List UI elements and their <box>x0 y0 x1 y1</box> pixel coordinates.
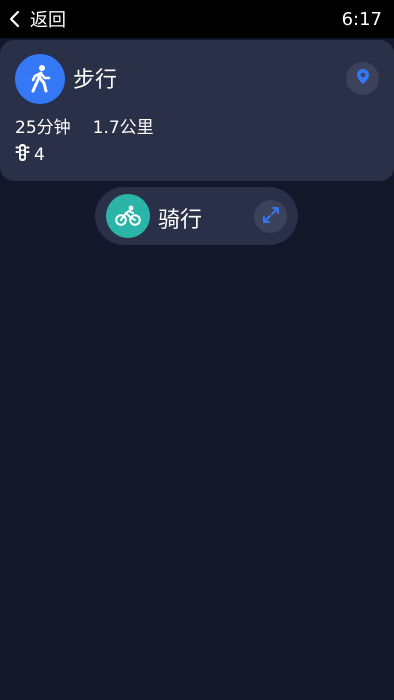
bicycle-icon <box>106 194 150 238</box>
traffic-light-count: 4 <box>15 143 45 167</box>
location-pin-icon <box>356 68 370 89</box>
walking-route-card[interactable]: 步行 25分钟 1.7公里 4 <box>0 40 394 181</box>
cycling-mode-label: 骑行 <box>158 208 203 233</box>
status-bar: 返回 6:17 <box>0 0 394 38</box>
route-duration: 25分钟 <box>15 118 71 138</box>
walking-person-icon <box>15 54 65 104</box>
back-label: 返回 <box>30 10 66 31</box>
back-button[interactable]: 返回 <box>8 6 66 32</box>
expand-button[interactable] <box>254 200 287 233</box>
route-stats: 25分钟 1.7公里 <box>15 113 154 138</box>
expand-arrows-icon <box>261 205 281 229</box>
traffic-light-value: 4 <box>34 145 45 165</box>
cycling-route-chip[interactable]: 骑行 <box>95 187 298 245</box>
status-time: 6:17 <box>341 8 382 30</box>
location-button[interactable] <box>346 62 379 95</box>
walking-mode-label: 步行 <box>73 68 118 93</box>
traffic-light-icon <box>15 143 30 167</box>
route-distance: 1.7公里 <box>92 118 154 138</box>
chevron-left-icon <box>8 10 22 28</box>
